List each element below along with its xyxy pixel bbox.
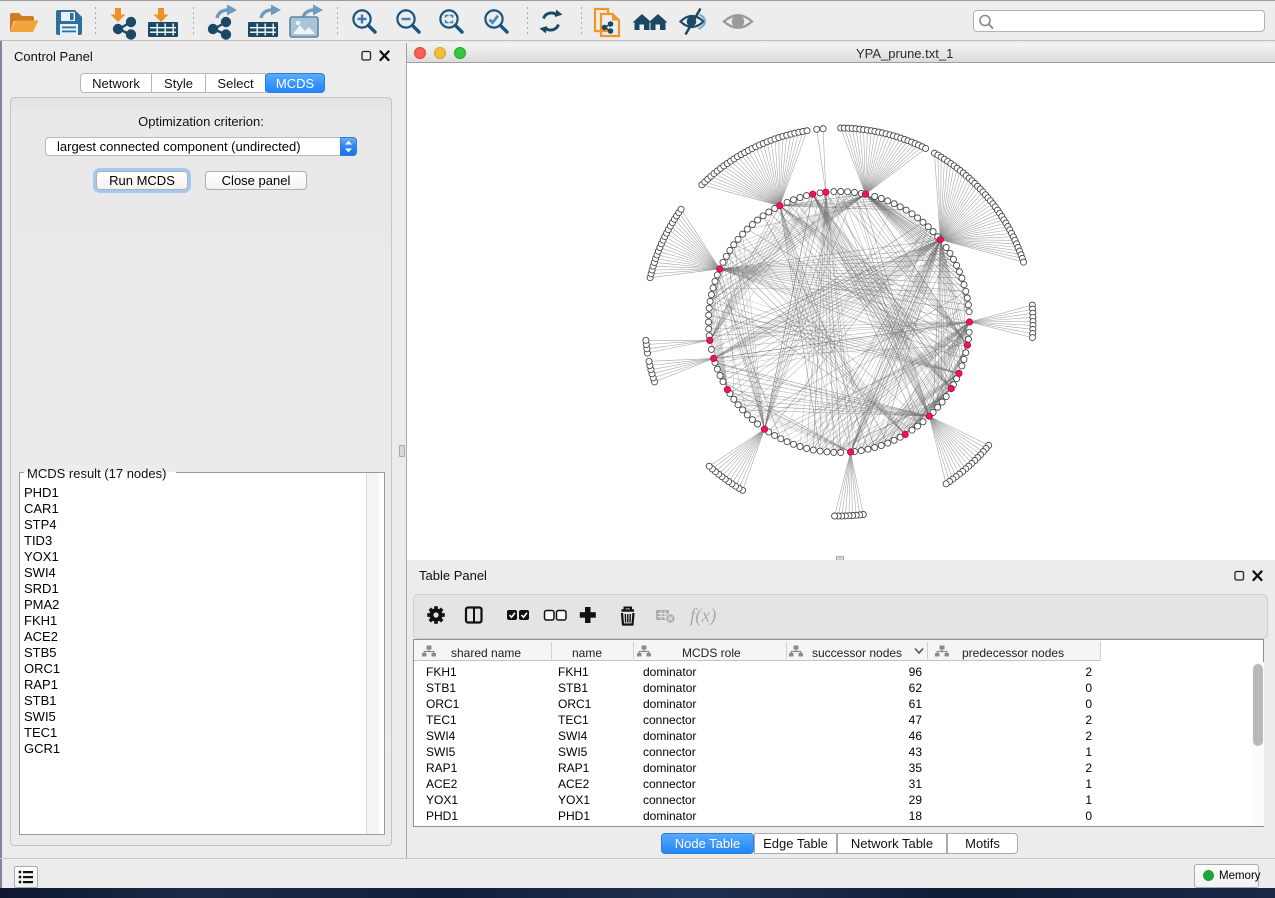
svg-text:f(x): f(x) — [690, 606, 716, 627]
